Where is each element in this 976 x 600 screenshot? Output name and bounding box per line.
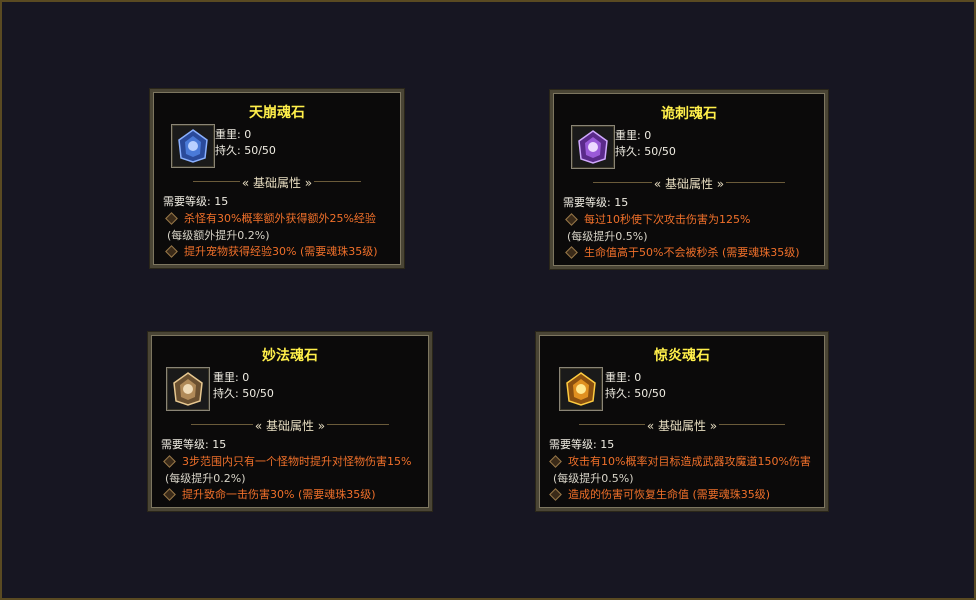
durability-stat: 持久: 50/50 (215, 144, 276, 157)
weight-stat: 重里: 0 (605, 371, 642, 384)
item-tooltip-3: 妙法魂石 重里: 0 持久: 50/50 « 基础属性 » 需要等级: 15 3… (148, 332, 432, 511)
item-tooltip-1: 天崩魂石 重里: 0 持久: 50/50 « 基础属性 » 需要等级: 15 杀… (150, 89, 404, 268)
attribute-note: (每级提升0.5%) (553, 472, 634, 485)
diamond-bullet-icon (165, 211, 178, 225)
attribute-2: 提升宠物获得经验30% (需要魂珠35级) (165, 243, 378, 259)
attribute-note: (每级额外提升0.2%) (167, 229, 270, 242)
item-title: 天崩魂石 (249, 105, 305, 121)
attribute-note: (每级提升0.2%) (165, 472, 246, 485)
attribute-2: 生命值高于50%不会被秒杀 (需要魂珠35级) (565, 244, 800, 260)
diamond-bullet-icon (565, 245, 578, 259)
section-header: « 基础属性 » (191, 417, 389, 433)
diamond-bullet-icon (565, 212, 578, 226)
required-level: 需要等级: 15 (563, 196, 629, 209)
item-title: 诡刺魂石 (661, 106, 717, 122)
item-tooltip-2: 诡刺魂石 重里: 0 持久: 50/50 « 基础属性 » 需要等级: 15 每… (550, 90, 828, 269)
diamond-bullet-icon (163, 487, 176, 501)
durability-stat: 持久: 50/50 (605, 387, 666, 400)
attribute-note: (每级提升0.5%) (567, 230, 648, 243)
weight-stat: 重里: 0 (213, 371, 250, 384)
diamond-bullet-icon (163, 454, 176, 468)
gold-soul-stone-icon[interactable] (559, 367, 603, 411)
weight-stat: 重里: 0 (615, 129, 652, 142)
section-header: « 基础属性 » (193, 174, 361, 190)
attribute-1: 攻击有10%概率对目标造成武器攻魔道150%伤害 (549, 453, 811, 469)
weight-stat: 重里: 0 (215, 128, 252, 141)
attribute-1: 每过10秒使下次攻击伤害为125% (565, 211, 750, 227)
durability-stat: 持久: 50/50 (213, 387, 274, 400)
attribute-2: 造成的伤害可恢复生命值 (需要魂珠35级) (549, 486, 770, 502)
required-level: 需要等级: 15 (163, 195, 229, 208)
attribute-2: 提升致命一击伤害30% (需要魂珠35级) (163, 486, 376, 502)
item-tooltip-4: 惊炎魂石 重里: 0 持久: 50/50 « 基础属性 » 需要等级: 15 攻… (536, 332, 828, 511)
item-title: 惊炎魂石 (654, 348, 710, 364)
screen-frame (0, 0, 976, 600)
required-level: 需要等级: 15 (161, 438, 227, 451)
item-title: 妙法魂石 (262, 348, 318, 364)
durability-stat: 持久: 50/50 (615, 145, 676, 158)
diamond-bullet-icon (165, 244, 178, 258)
attribute-1: 3步范围内只有一个怪物时提升对怪物伤害15% (163, 453, 411, 469)
section-header: « 基础属性 » (593, 175, 785, 191)
purple-soul-stone-icon[interactable] (571, 125, 615, 169)
blue-soul-stone-icon[interactable] (171, 124, 215, 168)
section-header: « 基础属性 » (579, 417, 785, 433)
diamond-bullet-icon (549, 454, 562, 468)
attribute-1: 杀怪有30%概率额外获得额外25%经验 (165, 210, 376, 226)
required-level: 需要等级: 15 (549, 438, 615, 451)
diamond-bullet-icon (549, 487, 562, 501)
tan-soul-stone-icon[interactable] (166, 367, 210, 411)
